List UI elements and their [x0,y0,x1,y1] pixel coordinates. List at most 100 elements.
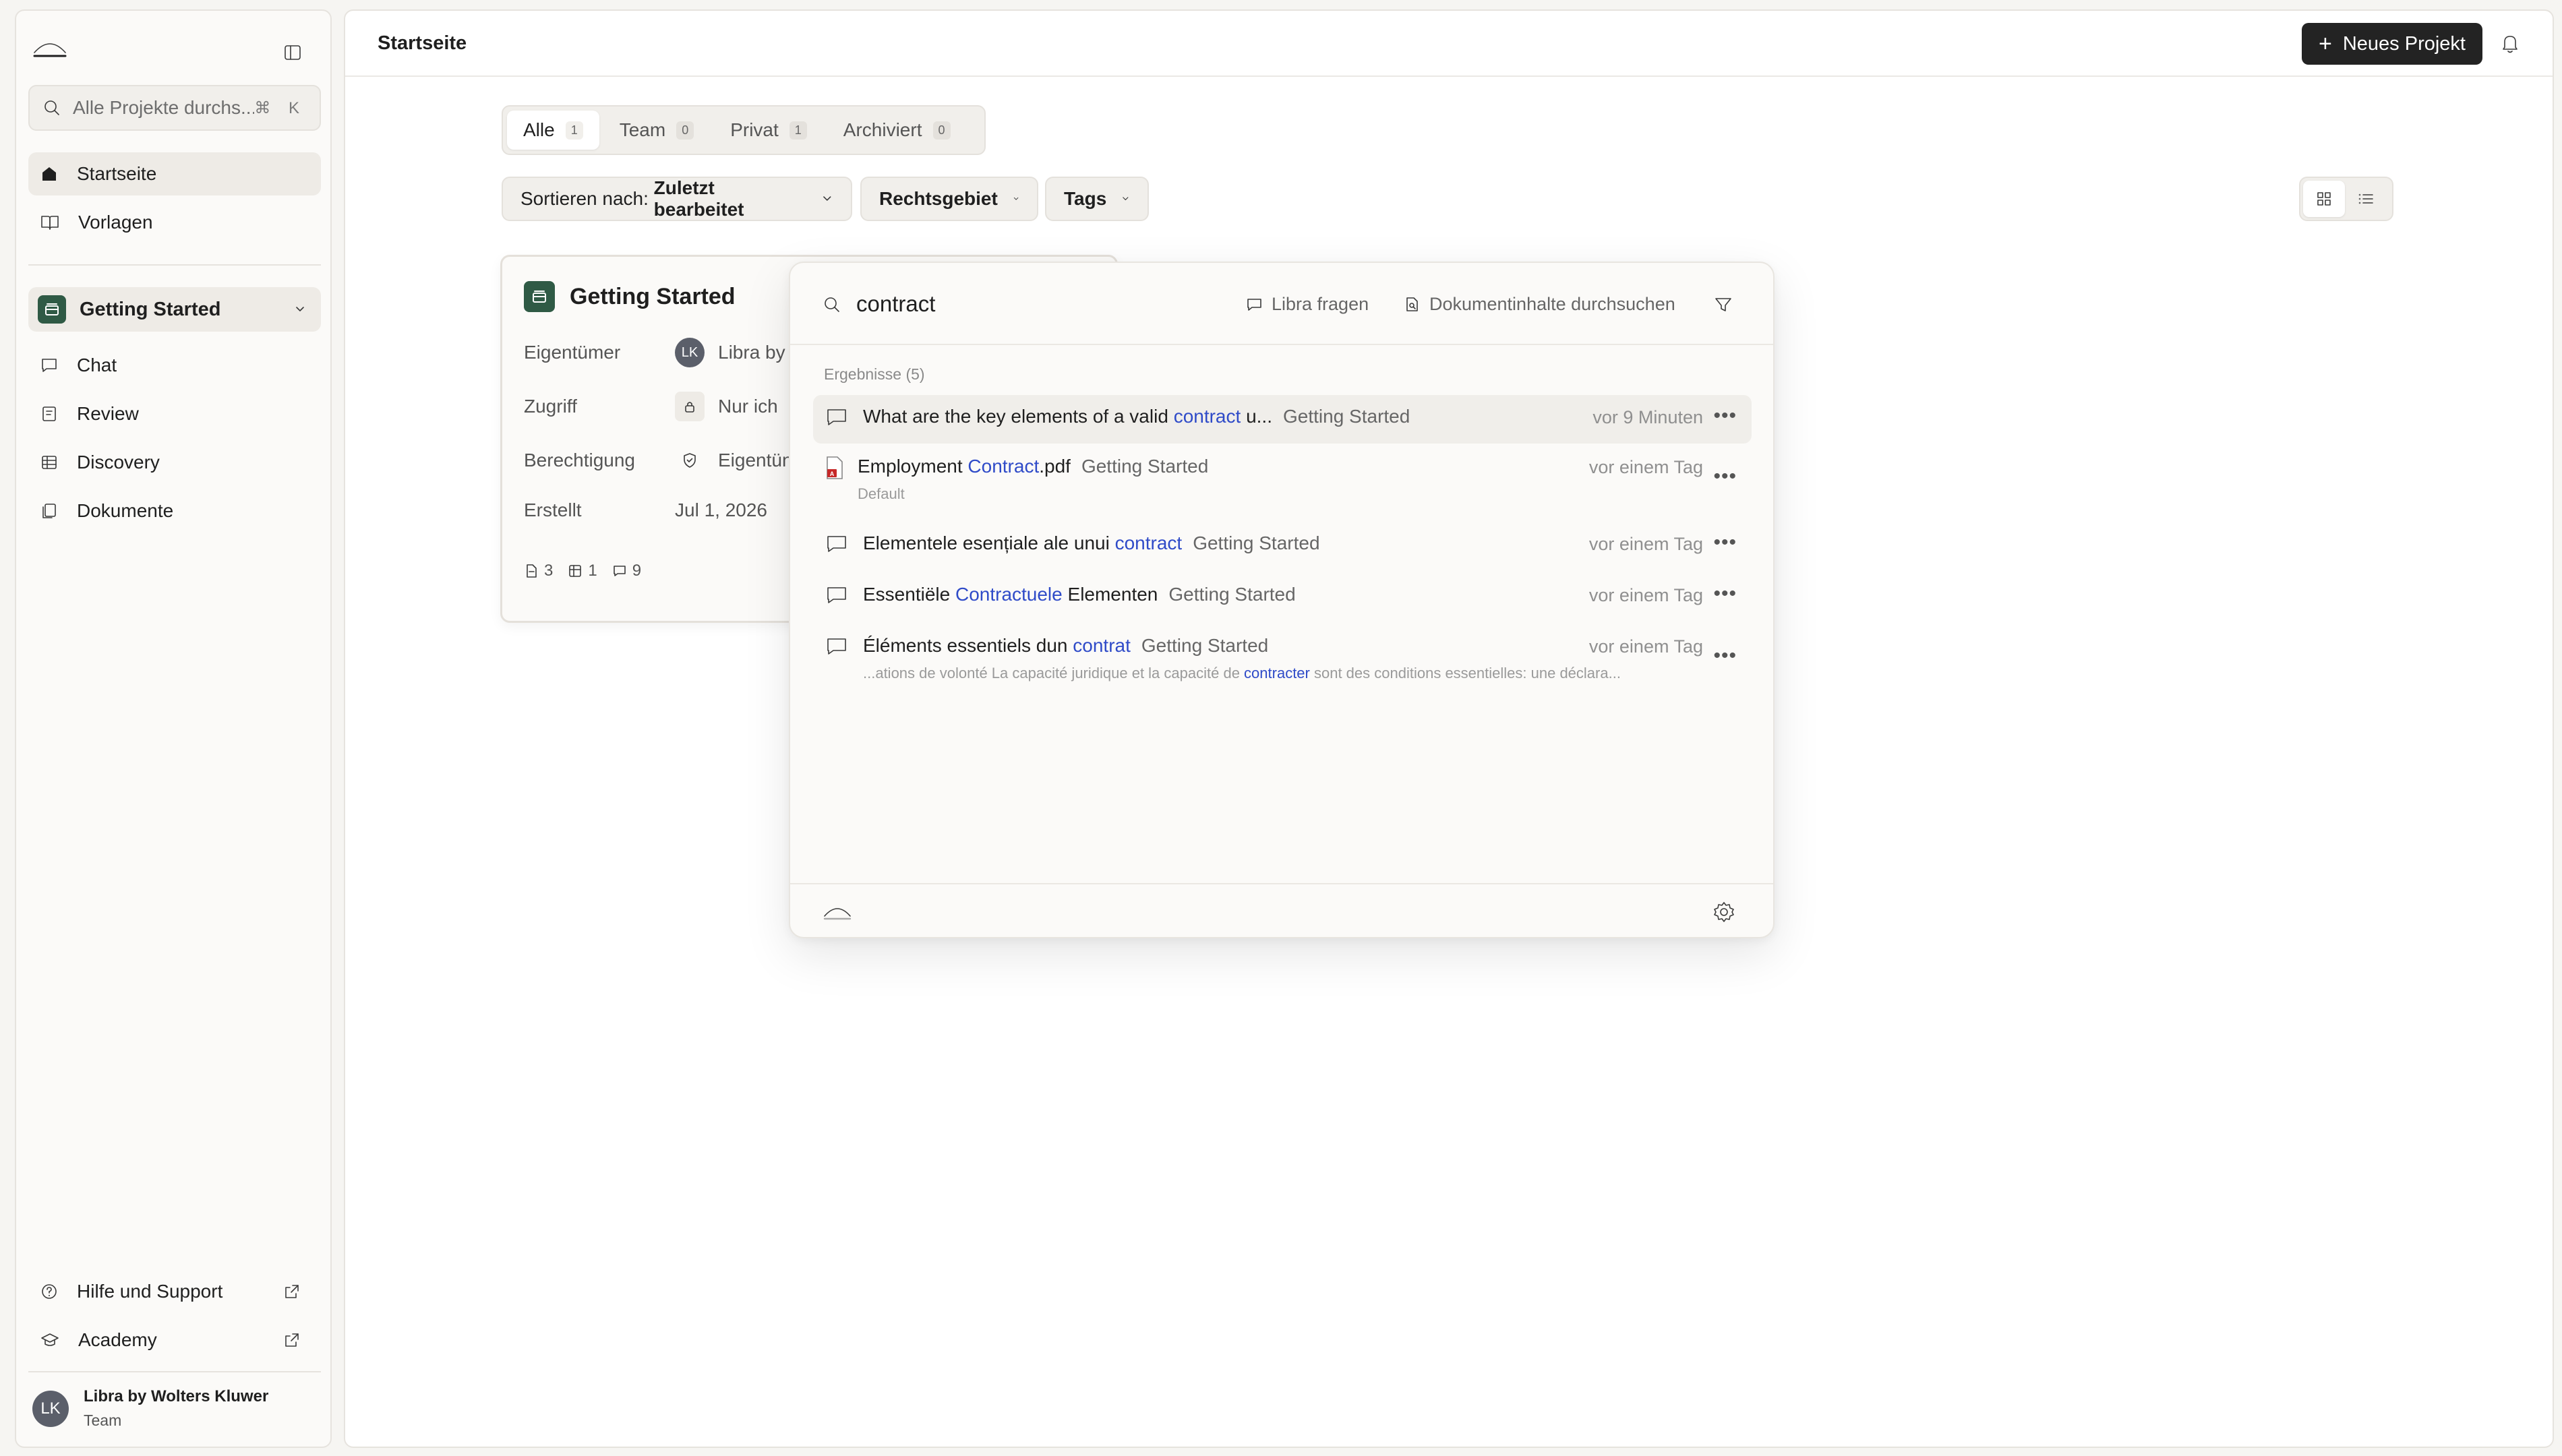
external-link-icon [285,1333,299,1347]
sidebar-item-label: Vorlagen [78,212,153,233]
sidebar-item-label: Chat [77,355,117,375]
project-selector-label: Getting Started [80,298,221,320]
document-icon [527,564,537,578]
tab-label: Archiviert [843,119,922,140]
search-document-contents-button[interactable]: Dokumentinhalte durchsuchen [1404,294,1675,315]
grid-view-icon[interactable] [2303,181,2345,217]
libra-logo-icon[interactable] [32,38,67,58]
result-title: What are the key elements of a valid [863,406,1174,427]
search-result-item[interactable]: What are the key elements of a valid con… [813,395,1752,444]
chat-count: 9 [612,562,641,580]
more-options-icon[interactable]: ••• [1713,465,1737,488]
result-title-rest: u... [1241,406,1272,427]
sidebar-item-academy[interactable]: Academy [28,1318,321,1362]
table-count: 1 [568,562,597,580]
sidebar-item-label: Hilfe und Support [77,1281,223,1302]
project-search-input[interactable]: Alle Projekte durchs... ⌘ K [28,85,321,131]
result-title: Éléments essentiels dun [863,635,1073,656]
search-shortcut: ⌘ K [254,98,306,117]
search-result-item[interactable]: Éléments essentiels dun contrat Getting … [813,624,1752,698]
result-snippet: ...ations de volonté La capacité juridiq… [863,665,1739,682]
ask-libra-button[interactable]: Libra fragen [1246,294,1369,315]
sidebar-item-startseite[interactable]: Startseite [28,152,321,195]
more-options-icon[interactable]: ••• [1713,582,1737,605]
document-count: 3 [524,562,553,580]
chevron-down-icon [1123,197,1129,200]
plus-icon: + [2318,30,2332,57]
sidebar-item-help[interactable]: Hilfe und Support [28,1270,321,1313]
review-icon [42,406,56,421]
shield-icon [675,446,705,475]
sidebar-item-review[interactable]: Review [28,392,321,435]
tags-dropdown[interactable]: Tags [1045,177,1149,221]
folder-icon [38,295,66,324]
result-time: vor einem Tag [1588,585,1703,605]
external-link-icon [285,1285,299,1298]
card-row-permission: Berechtigung Eigentün [524,446,793,475]
user-menu[interactable]: LK Libra by Wolters Kluwer Team [32,1387,268,1430]
avatar: LK [675,338,705,367]
result-project: Getting Started [1283,406,1410,427]
rechtsgebiet-dropdown[interactable]: Rechtsgebiet [860,177,1038,221]
project-selector[interactable]: Getting Started [28,287,321,332]
search-result-item[interactable]: Essentiële Contractuele Elementen Gettin… [813,573,1752,621]
tab-label: Team [619,119,666,140]
sort-dropdown[interactable]: Sortieren nach: Zuletzt bearbeitet [502,177,852,221]
result-title-rest: Elementen [1062,584,1158,605]
folder-icon [524,281,555,312]
project-tabs: Alle 1 Team 0 Privat 1 Archiviert 0 [502,105,986,155]
snippet-text: ...ations de volonté La capacité juridiq… [863,665,1245,681]
tab-count: 0 [676,121,694,140]
filter-icon[interactable] [1714,295,1733,314]
search-result-item[interactable]: Elementele esențiale ale unui contract G… [813,522,1752,570]
sidebar-item-dokumente[interactable]: Dokumente [28,489,321,533]
tab-alle[interactable]: Alle 1 [507,111,599,150]
result-match: Contract [967,456,1040,477]
tab-archiviert[interactable]: Archiviert 0 [827,111,967,150]
chat-count-value: 9 [632,562,642,580]
sidebar-divider [28,264,321,266]
result-match: contract [1173,406,1241,427]
sidebar-item-chat[interactable]: Chat [28,344,321,387]
lock-icon [675,392,705,421]
list-view-icon[interactable] [2345,181,2387,217]
card-row-key: Eigentümer [524,342,621,363]
search-query-input[interactable]: contract [856,291,935,317]
page-title: Startseite [378,32,467,54]
documents-icon [42,504,56,518]
bell-icon[interactable] [2500,32,2520,54]
more-options-icon[interactable]: ••• [1713,644,1737,667]
result-project: Getting Started [1193,533,1320,553]
table-icon [42,456,57,469]
gear-icon[interactable] [1712,901,1735,923]
document-search-icon [1406,297,1418,311]
more-options-icon[interactable]: ••• [1713,531,1737,554]
result-time: vor einem Tag [1588,534,1703,554]
tab-privat[interactable]: Privat 1 [714,111,823,150]
search-placeholder: Alle Projekte durchs... [73,97,255,118]
sidebar-item-label: Review [77,403,139,424]
svg-text:A: A [830,471,835,477]
result-match: Contractuele [955,584,1063,605]
table-icon [569,565,582,577]
sidebar-item-discovery[interactable]: Discovery [28,441,321,484]
tab-team[interactable]: Team 0 [603,111,710,150]
card-row-created: Erstellt Jul 1, 2026 [524,499,767,521]
result-subtext-text: Default [858,485,905,502]
sort-prefix: Sortieren nach: [520,188,654,209]
top-bar: Startseite + Neues Projekt [345,11,2553,77]
sidebar-item-vorlagen[interactable]: Vorlagen [28,201,321,244]
more-options-icon[interactable]: ••• [1713,404,1737,427]
chat-icon [42,359,57,372]
search-icon [825,297,839,312]
card-row-owner: Eigentümer LK Libra by [524,338,785,367]
search-result-item[interactable]: A Employment Contract .pdf Getting Starte… [813,445,1752,519]
result-title: Elementele esențiale ale unui [863,533,1115,553]
result-time: vor einem Tag [1588,636,1703,657]
search-popup-footer [790,883,1773,937]
search-icon [44,100,59,115]
new-project-button[interactable]: + Neues Projekt [2302,23,2482,65]
card-row-key: Erstellt [524,499,582,520]
tab-label: Privat [730,119,779,140]
collapse-sidebar-icon[interactable] [279,39,306,66]
